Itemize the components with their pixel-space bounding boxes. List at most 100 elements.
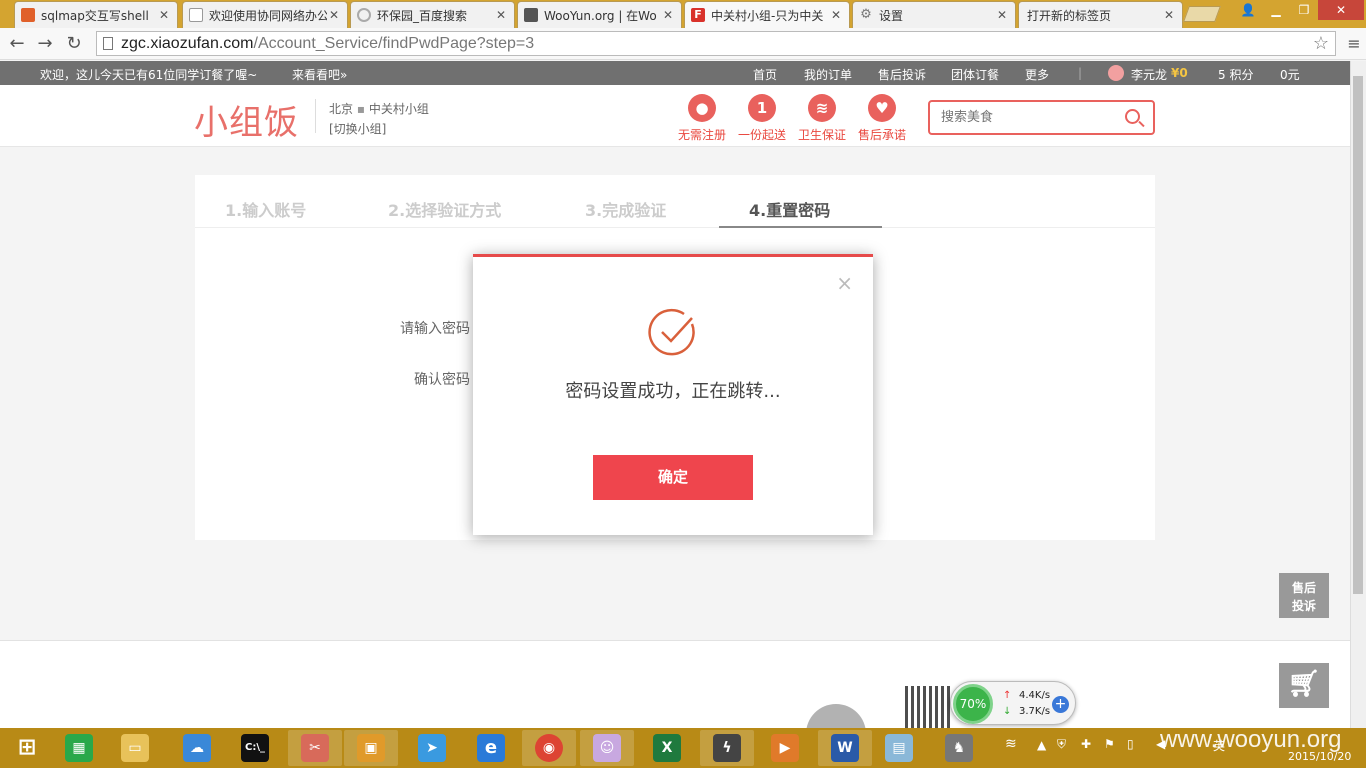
memory-usage-gauge[interactable]: 70% <box>953 684 993 724</box>
close-icon[interactable]: ✕ <box>157 8 171 22</box>
site-logo[interactable]: 小组饭 <box>194 95 299 144</box>
group-name: 中关村小组 <box>368 102 429 116</box>
taskbar-store[interactable]: ▦ <box>52 730 106 766</box>
close-window-button[interactable]: ✕ <box>1318 0 1364 20</box>
taskbar-media-player[interactable]: ▶ <box>758 730 812 766</box>
menu-icon[interactable]: ≡ <box>1342 32 1366 56</box>
close-icon[interactable]: ✕ <box>327 8 341 22</box>
nav-home[interactable]: 首页 <box>753 66 777 83</box>
cart-icon[interactable]: 🛒︎ <box>1279 663 1329 708</box>
browser-tab[interactable]: sqlmap交互写shell ✕ <box>14 1 178 28</box>
taskbar-notepad[interactable]: ▤ <box>872 730 926 766</box>
taskbar-vmware[interactable]: ▣ <box>344 730 398 766</box>
taskbar-chrome[interactable]: ◉ <box>522 730 576 766</box>
number-one-icon: 1 <box>748 94 776 122</box>
address-bar[interactable]: zgc.xiaozufan.com/Account_Service/findPw… <box>96 31 1336 56</box>
current-step-underline <box>719 226 882 228</box>
flag-icon[interactable]: ⚑ <box>1104 737 1115 751</box>
network-monitor-widget[interactable]: 70% ↑ 4.4K/s ↓ 3.7K/s + <box>950 681 1076 725</box>
forward-button[interactable]: → <box>33 32 57 56</box>
excel-icon: X <box>653 734 681 762</box>
success-check-icon <box>648 308 695 356</box>
close-icon[interactable]: ✕ <box>1162 8 1176 22</box>
avatar[interactable] <box>1108 65 1124 81</box>
loading-icon <box>357 8 371 22</box>
url-domain: zgc.xiaozufan.com <box>121 35 254 52</box>
reload-button[interactable]: ↻ <box>62 32 86 56</box>
taskbar-burp[interactable]: ϟ <box>700 730 754 766</box>
user-name[interactable]: 李元龙 <box>1131 66 1167 83</box>
new-tab-button[interactable] <box>1183 6 1221 22</box>
taskbar-feige[interactable]: ➤ <box>405 730 459 766</box>
switch-group-link[interactable]: [切换小组] <box>329 120 429 137</box>
confirm-button[interactable]: 确定 <box>593 455 753 500</box>
shield-icon[interactable]: ⛨ <box>1057 737 1066 752</box>
back-button[interactable]: ← <box>5 32 29 56</box>
download-arrow-icon: ↓ <box>1003 706 1012 717</box>
taskbar-excel[interactable]: X <box>640 730 694 766</box>
sqlmap-favicon-icon <box>21 8 35 22</box>
close-icon[interactable]: ✕ <box>829 8 843 22</box>
bookmark-star-icon[interactable]: ☆ <box>1313 32 1329 55</box>
close-icon[interactable]: ✕ <box>995 8 1009 22</box>
browser-tab[interactable]: 欢迎使用协同网络办公 ✕ <box>182 1 348 28</box>
clock-date[interactable]: 2015/10/20 <box>1288 750 1351 763</box>
look-link[interactable]: 来看看吧» <box>292 66 347 83</box>
browser-tab[interactable]: ⚙ 设置 ✕ <box>852 1 1016 28</box>
store-icon: ▦ <box>65 734 93 762</box>
accelerate-plus-icon[interactable]: + <box>1052 696 1069 713</box>
minimize-button[interactable]: ▁ <box>1262 0 1290 20</box>
nav-more[interactable]: 更多 <box>1025 66 1049 83</box>
browser-tab[interactable]: 环保园_百度搜索 ✕ <box>350 1 515 28</box>
security-plus-icon[interactable]: ✚ <box>1081 737 1091 751</box>
start-button[interactable]: ⊞ <box>0 730 54 766</box>
browser-tab[interactable]: WooYun.org | 在Wo ✕ <box>517 1 682 28</box>
close-icon[interactable]: ✕ <box>661 8 675 22</box>
balance[interactable]: 0元 <box>1280 66 1300 83</box>
taskbar-baidu-cloud[interactable]: ☁ <box>170 730 224 766</box>
taskbar-ie[interactable]: e <box>464 730 518 766</box>
browser-toolbar: ← → ↻ zgc.xiaozufan.com/Account_Service/… <box>0 28 1366 60</box>
step-4: 4.重置密码 <box>749 201 831 220</box>
notepad-icon: ▤ <box>885 734 913 762</box>
step-2: 2.选择验证方式 <box>388 201 502 220</box>
chrome-icon: ◉ <box>535 734 563 762</box>
complaint-side-button[interactable]: 售后 投诉 <box>1279 573 1329 618</box>
points[interactable]: 5 积分 <box>1218 66 1253 83</box>
taskbar-horse-app[interactable]: ♞ <box>932 730 986 766</box>
taskbar-snipping[interactable]: ✂ <box>288 730 342 766</box>
browser-tab[interactable]: 打开新的标签页 ✕ <box>1018 1 1183 28</box>
taskbar-cmd[interactable]: C:\_ <box>228 730 282 766</box>
maximize-button[interactable]: ❐ <box>1290 0 1318 20</box>
upload-rate: 4.4K/s <box>1019 690 1051 701</box>
show-hidden-icons[interactable]: ▲ <box>1037 738 1046 752</box>
divider: | <box>1078 66 1083 80</box>
site-favicon-icon: F <box>691 8 705 22</box>
taskbar-word[interactable]: W <box>818 730 872 766</box>
terminal-icon: C:\_ <box>241 734 269 762</box>
cloud-icon: ☁ <box>183 734 211 762</box>
close-icon[interactable]: × <box>836 273 853 293</box>
browser-tab-active[interactable]: F 中关村小组-只为中关 ✕ <box>684 1 850 28</box>
scrollbar-thumb[interactable] <box>1353 76 1363 594</box>
nav-group-order[interactable]: 团体订餐 <box>951 66 999 83</box>
url-path: /Account_Service/findPwdPage?step=3 <box>253 35 535 52</box>
step-indicator: 1.输入账号 2.选择验证方式 3.完成验证 4.重置密码 <box>195 175 1155 228</box>
gear-icon: ⚙ <box>860 7 872 22</box>
battery-icon[interactable]: ▯ <box>1127 737 1134 751</box>
close-icon[interactable]: ✕ <box>494 8 508 22</box>
scissors-icon: ✂ <box>301 734 329 762</box>
search-input[interactable] <box>928 100 1155 135</box>
wooyun-favicon-icon <box>524 8 538 22</box>
search-icon[interactable] <box>1125 109 1140 124</box>
user-profile-icon[interactable]: 👤 <box>1234 0 1262 20</box>
city-name: 北京 <box>329 102 354 116</box>
taskbar-anime-app[interactable]: ☺ <box>580 730 634 766</box>
nav-my-orders[interactable]: 我的订单 <box>804 66 852 83</box>
nav-complaints[interactable]: 售后投诉 <box>878 66 926 83</box>
coin-balance: ¥0 <box>1171 66 1188 80</box>
wifi-icon[interactable]: ≋ <box>1005 736 1017 752</box>
vm-icon: ▣ <box>357 734 385 762</box>
dialog-message: 密码设置成功，正在跳转... <box>565 381 781 402</box>
taskbar-explorer[interactable]: ▭ <box>108 730 162 766</box>
